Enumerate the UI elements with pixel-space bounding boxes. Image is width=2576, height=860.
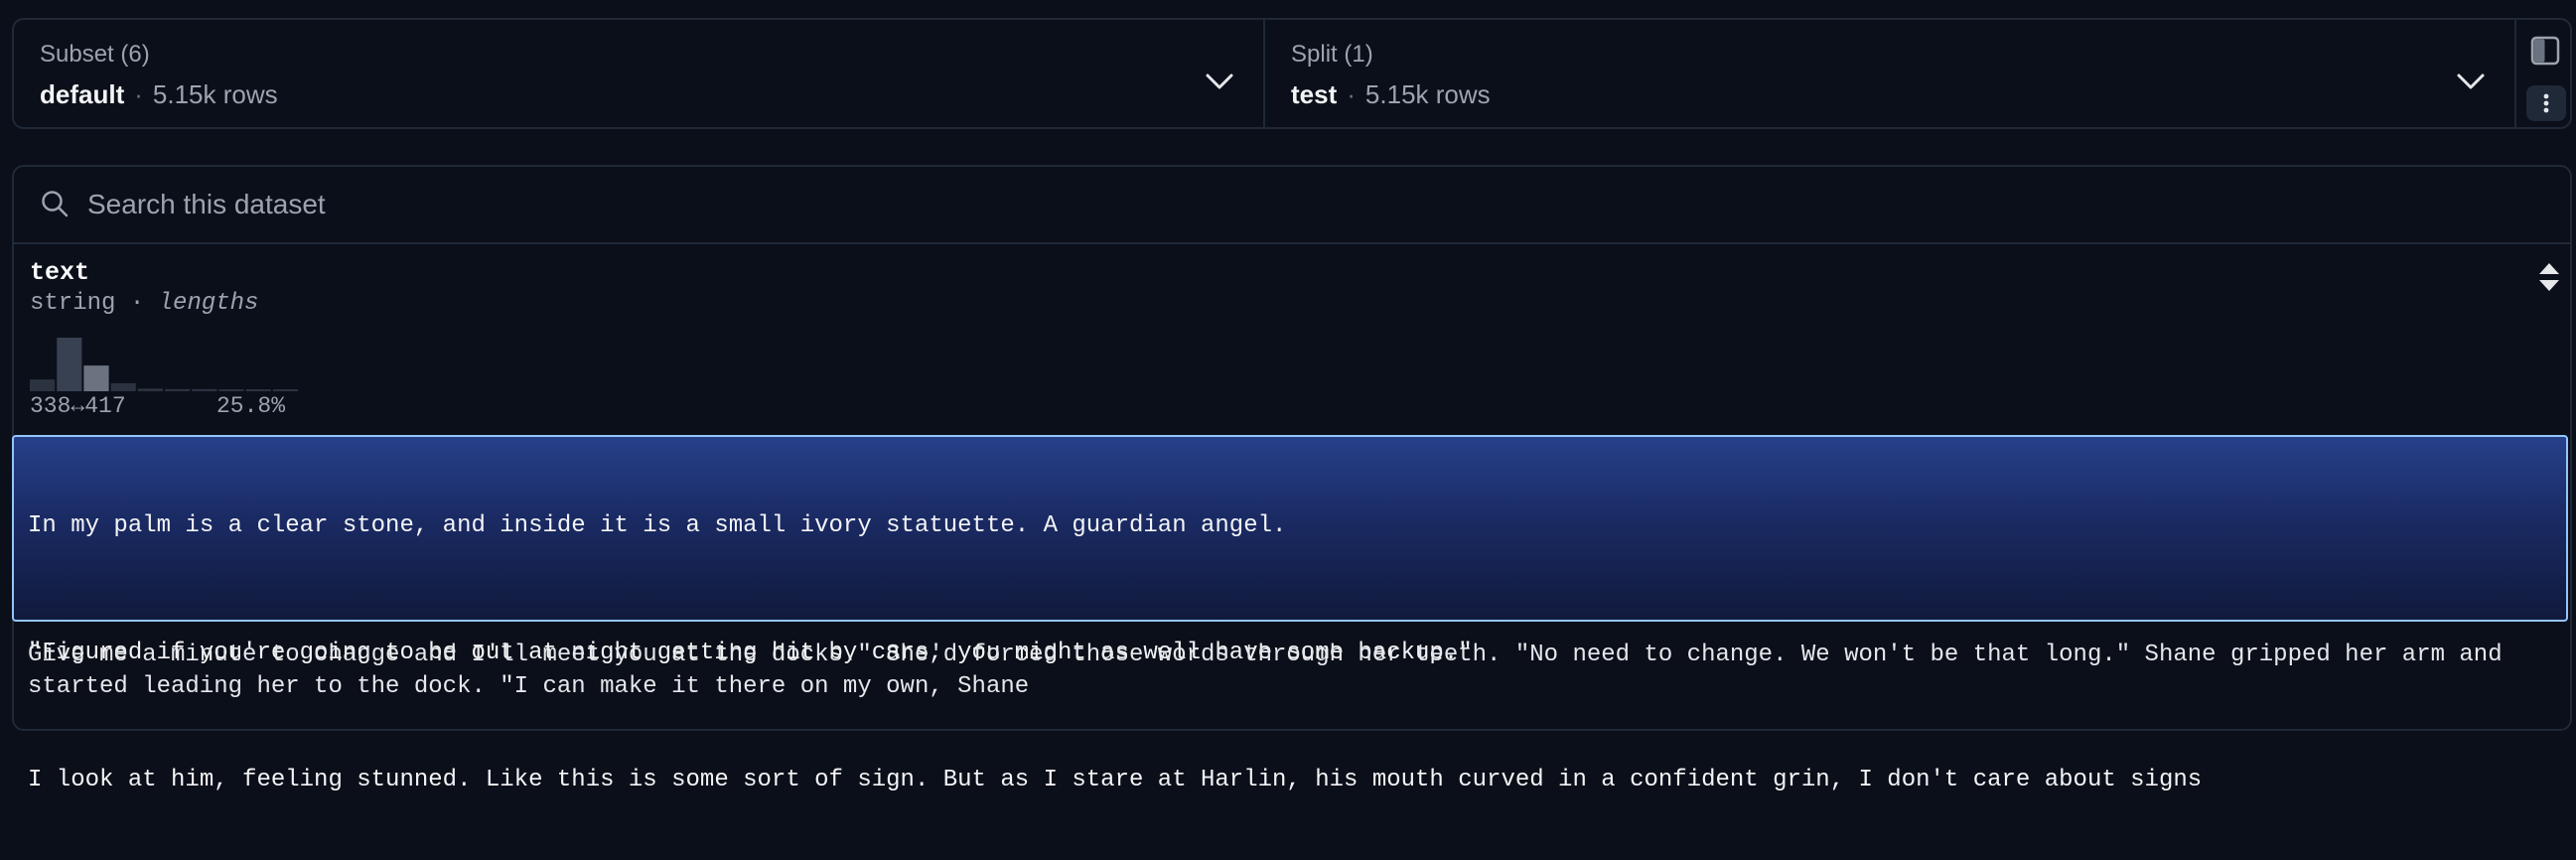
histogram-bar[interactable]	[165, 388, 191, 391]
more-vertical-icon	[2543, 93, 2549, 113]
length-histogram[interactable]	[30, 336, 298, 391]
subset-rows: 5.15k rows	[152, 79, 278, 109]
histogram-bar[interactable]	[192, 388, 217, 391]
histogram-bar[interactable]	[137, 388, 163, 391]
subset-separator: ·	[134, 79, 143, 109]
split-value-row: test · 5.15k rows	[1291, 77, 2514, 111]
table-row[interactable]: Give me a minute to change and I'll meet…	[12, 640, 2568, 703]
histogram-bar[interactable]	[272, 389, 298, 391]
histogram-bar[interactable]	[245, 389, 271, 391]
panel-toggle-icon[interactable]	[2530, 36, 2560, 66]
dataset-selector-bar: Subset (6) default · 5.15k rows Split (1) …	[12, 18, 2572, 129]
search-icon	[42, 191, 69, 217]
subset-value: default	[40, 79, 125, 109]
split-title: Split (1)	[1291, 41, 1373, 68]
split-separator: ·	[1347, 79, 1356, 109]
column-type-separator: ·	[129, 290, 145, 317]
dataset-viewer: text string · lengths 338↔417 25.8% In m…	[12, 165, 2572, 793]
search-input[interactable]	[85, 181, 1877, 228]
column-name: text	[30, 258, 90, 287]
histogram-bar[interactable]	[83, 365, 109, 391]
subset-selector[interactable]: Subset (6) default · 5.15k rows	[14, 20, 1265, 127]
search-bar	[14, 167, 2570, 244]
histogram-bar[interactable]	[57, 338, 82, 391]
histogram-bar[interactable]	[30, 379, 56, 391]
column-type-label: string	[30, 290, 116, 317]
subset-value-row: default · 5.15k rows	[40, 77, 1263, 111]
sort-icon[interactable]	[2536, 260, 2562, 294]
split-selector[interactable]: Split (1) test · 5.15k rows	[1265, 20, 2516, 127]
histogram-range-label: 338↔417	[30, 393, 126, 419]
table-row[interactable]: In my palm is a clear stone, and inside …	[12, 435, 2568, 793]
column-header-text: text string · lengths 338↔417 25.8%	[14, 244, 2570, 433]
column-subtype: lengths	[158, 290, 259, 317]
column-type: string · lengths	[30, 290, 258, 317]
row-line: I look at him, feeling stunned. Like thi…	[28, 767, 2203, 793]
split-rows: 5.15k rows	[1364, 79, 1491, 109]
histogram-bar[interactable]	[218, 389, 244, 391]
histogram-bar[interactable]	[110, 382, 136, 391]
histogram-percent-label: 25.8%	[216, 393, 286, 419]
more-options-button[interactable]	[2526, 85, 2566, 121]
side-actions	[2516, 20, 2570, 127]
row-line: In my palm is a clear stone, and inside …	[28, 512, 1287, 539]
split-value: test	[1291, 79, 1338, 109]
chevron-down-icon[interactable]	[2453, 64, 2489, 99]
chevron-down-icon[interactable]	[1202, 64, 1237, 99]
subset-title: Subset (6)	[40, 41, 150, 68]
